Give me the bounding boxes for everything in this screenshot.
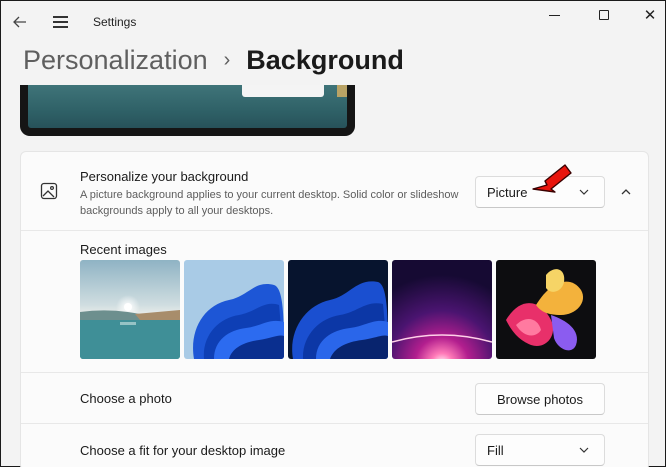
collapse-button[interactable]	[613, 179, 639, 205]
chevron-right-icon: ›	[223, 49, 231, 71]
browse-photos-button[interactable]: Browse photos	[475, 383, 605, 415]
recent-images-section: Recent images	[21, 232, 648, 373]
title-bar: Settings ✕	[1, 1, 665, 43]
chevron-down-icon	[579, 447, 589, 453]
preview-screen	[28, 85, 347, 128]
maximize-button[interactable]	[581, 3, 627, 27]
preview-window-mock	[242, 85, 324, 97]
background-type-value: Picture	[487, 184, 528, 200]
recent-image-purple-glow[interactable]	[392, 260, 492, 359]
recent-image-lake-sunrise[interactable]	[80, 260, 180, 359]
minimize-button[interactable]	[531, 3, 577, 27]
maximize-icon	[599, 10, 609, 20]
fit-value: Fill	[487, 442, 504, 458]
minimize-icon	[548, 14, 560, 16]
window-title: Settings	[93, 15, 137, 29]
recent-image-colorful-ribbons[interactable]	[496, 260, 596, 359]
breadcrumb: Personalization › Background	[23, 45, 404, 76]
preview-accent	[337, 85, 347, 97]
hamburger-menu-icon[interactable]	[49, 11, 71, 33]
picture-icon	[40, 182, 58, 200]
personalize-background-title: Personalize your background	[80, 169, 249, 184]
red-arrow-annotation-icon	[532, 164, 572, 193]
desktop-preview	[20, 85, 355, 136]
recent-images-label: Recent images	[80, 242, 167, 257]
choose-fit-label: Choose a fit for your desktop image	[80, 443, 286, 458]
choose-photo-row: Choose a photo Browse photos	[21, 374, 648, 424]
fit-dropdown[interactable]: Fill	[475, 434, 605, 466]
back-arrow-icon[interactable]	[9, 11, 31, 33]
personalize-background-description: A picture background applies to your cur…	[80, 189, 459, 217]
recent-image-blue-bloom-light[interactable]	[184, 260, 284, 359]
breadcrumb-personalization[interactable]: Personalization	[23, 45, 208, 76]
chevron-up-icon	[621, 189, 631, 195]
background-settings-card: Personalize your background A picture ba…	[20, 151, 649, 467]
chevron-down-icon	[579, 189, 589, 195]
recent-image-blue-bloom-dark[interactable]	[288, 260, 388, 359]
close-icon: ✕	[643, 7, 657, 24]
choose-photo-label: Choose a photo	[80, 391, 172, 406]
close-button[interactable]: ✕	[627, 3, 666, 27]
page-title: Background	[246, 45, 404, 75]
